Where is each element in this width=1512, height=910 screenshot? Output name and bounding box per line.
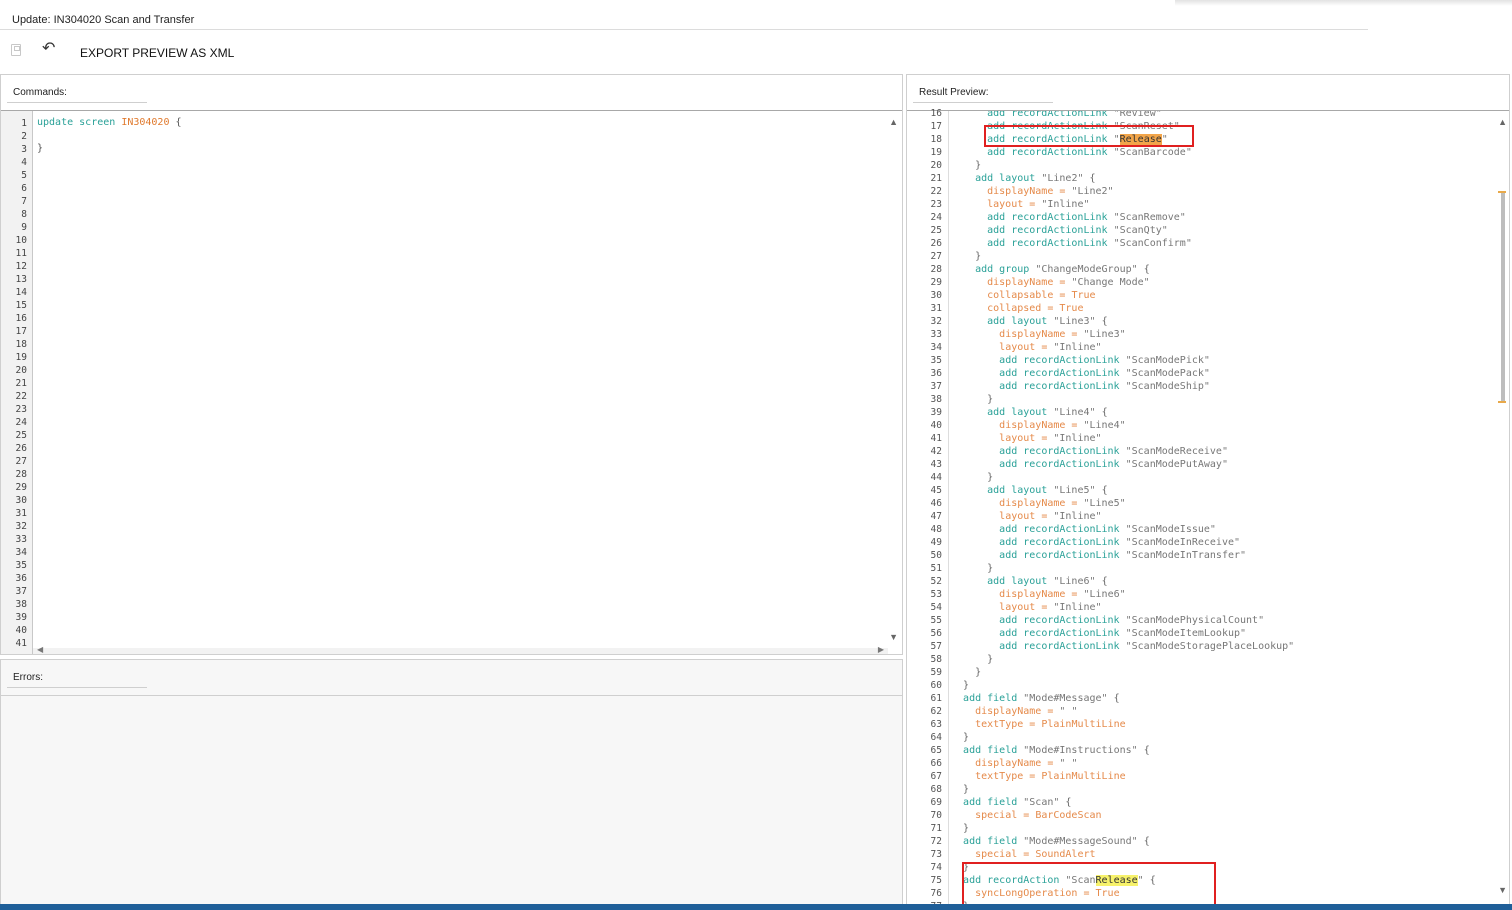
result-preview-panel: Result Preview: 16 17 18 19 20 21 22 23 … [906, 74, 1510, 910]
result-line-number-gutter: 16 17 18 19 20 21 22 23 24 25 26 27 28 2… [907, 108, 949, 909]
line-number-gutter: 1 2 3 4 5 6 7 8 9 10 11 12 13 14 15 16 1… [1, 111, 33, 654]
tab-errors[interactable]: Errors: [13, 672, 43, 683]
scroll-left-arrow-icon[interactable]: ◀ [37, 645, 43, 654]
annotation-box-release-link [984, 125, 1194, 147]
panel-divider [1, 110, 902, 111]
tab-underline [7, 687, 147, 688]
line-numbers: 1 2 3 4 5 6 7 8 9 10 11 12 13 14 15 16 1… [15, 118, 27, 649]
result-line-numbers: 16 17 18 19 20 21 22 23 24 25 26 27 28 2… [930, 108, 942, 909]
page-title: Update: IN304020 Scan and Transfer [12, 14, 195, 26]
scroll-marker [1498, 191, 1506, 193]
tab-result-preview[interactable]: Result Preview: [919, 87, 988, 98]
annotation-box-scan-release-action [962, 862, 1216, 906]
scroll-down-arrow-icon[interactable]: ▼ [1498, 885, 1507, 895]
result-code-text: add recordActionLink "Review" add record… [963, 111, 1295, 909]
scroll-down-arrow-icon[interactable]: ▼ [889, 632, 898, 642]
commands-editor[interactable]: update screen IN304020 { } [37, 116, 182, 155]
app-root: Update: IN304020 Scan and Transfer ↶ EXP… [0, 0, 1512, 910]
panel-divider [1, 695, 902, 696]
title-bar: Update: IN304020 Scan and Transfer [0, 0, 1368, 30]
scroll-marker [1498, 401, 1506, 403]
scroll-up-arrow-icon[interactable]: ▲ [1498, 117, 1507, 127]
tab-underline [913, 102, 1053, 103]
scroll-right-arrow-icon[interactable]: ▶ [878, 645, 884, 654]
close-brace: } [37, 143, 44, 154]
save-icon[interactable] [11, 44, 21, 56]
commands-panel: Commands: 1 2 3 4 5 6 7 8 9 10 11 12 13 … [0, 74, 903, 655]
result-preview-code[interactable]: add recordActionLink "Review" add record… [951, 111, 1495, 909]
tab-commands[interactable]: Commands: [13, 87, 67, 98]
errors-panel: Errors: [0, 659, 903, 910]
undo-icon[interactable]: ↶ [42, 41, 55, 57]
status-bar [0, 904, 1512, 910]
scroll-up-arrow-icon[interactable]: ▲ [889, 117, 898, 127]
screen-id: IN304020 [121, 117, 170, 128]
tab-underline [7, 102, 147, 103]
keyword-update: update [37, 117, 74, 128]
vertical-scroll-thumb[interactable] [1501, 191, 1505, 403]
horizontal-scrollbar[interactable] [33, 648, 888, 654]
open-brace: { [175, 117, 182, 128]
export-preview-xml-button[interactable]: EXPORT PREVIEW AS XML [80, 46, 234, 60]
keyword-screen: screen [79, 117, 116, 128]
